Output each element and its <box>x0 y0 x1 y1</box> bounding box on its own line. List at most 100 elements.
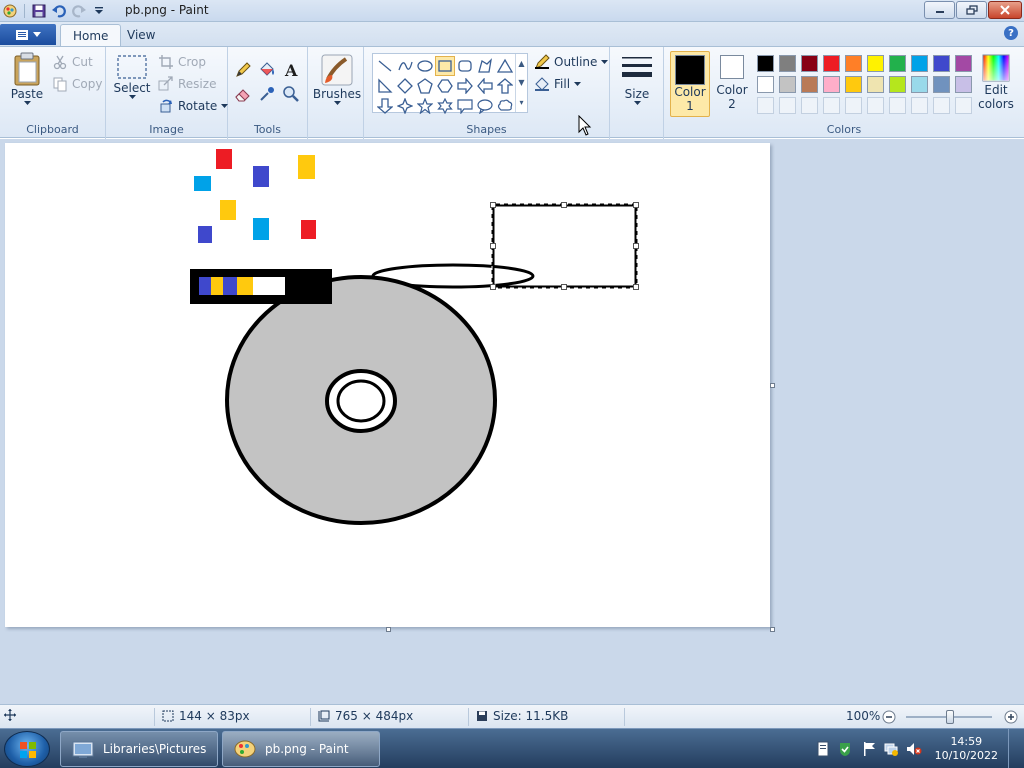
rotate-button[interactable]: Rotate <box>158 97 229 115</box>
four-point-star-shape[interactable] <box>395 96 415 116</box>
paste-button[interactable]: Paste <box>8 51 46 106</box>
start-button[interactable] <box>4 731 50 767</box>
paint-app-icon[interactable] <box>2 3 18 19</box>
custom-color-slot[interactable] <box>754 95 776 116</box>
fill-tool[interactable] <box>256 59 278 81</box>
canvas-resize-handle-bottom[interactable] <box>386 627 391 632</box>
selection-handle[interactable] <box>633 243 639 249</box>
down-arrow-shape[interactable] <box>375 96 395 116</box>
resize-button[interactable]: Resize <box>158 75 216 93</box>
pentagon-shape[interactable] <box>415 76 435 96</box>
curve-shape[interactable] <box>395 56 415 76</box>
minimize-button[interactable] <box>924 1 955 19</box>
text-tool[interactable]: A <box>280 59 302 81</box>
custom-color-slot[interactable] <box>842 95 864 116</box>
palette-swatch[interactable] <box>930 53 952 74</box>
polygon-shape[interactable] <box>475 56 495 76</box>
hexagon-shape[interactable] <box>435 76 455 96</box>
drawing-canvas[interactable] <box>5 143 770 627</box>
system-clock[interactable]: 14:59 10/10/2022 <box>935 735 998 763</box>
volume-muted-icon[interactable] <box>905 741 923 757</box>
palette-swatch[interactable] <box>798 74 820 95</box>
zoom-out-icon[interactable] <box>882 710 896 724</box>
palette-swatch[interactable] <box>864 74 886 95</box>
selection-handle[interactable] <box>490 202 496 208</box>
palette-swatch[interactable] <box>754 74 776 95</box>
palette-swatch[interactable] <box>820 53 842 74</box>
palette-swatch[interactable] <box>754 53 776 74</box>
palette-swatch[interactable] <box>886 74 908 95</box>
security-shield-icon[interactable] <box>837 741 855 757</box>
color-picker-tool[interactable] <box>256 83 278 105</box>
redo-icon[interactable] <box>71 3 87 19</box>
taskbar-item-paint[interactable]: pb.png - Paint <box>222 731 380 767</box>
drawn-rectangle[interactable] <box>491 203 638 289</box>
palette-swatch[interactable] <box>952 74 974 95</box>
action-center-icon[interactable] <box>815 741 831 757</box>
custom-color-slot[interactable] <box>908 95 930 116</box>
selection-handle[interactable] <box>633 284 639 290</box>
rounded-rectangle-shape[interactable] <box>455 56 475 76</box>
canvas-resize-handle-corner[interactable] <box>770 627 775 632</box>
zoom-in-icon[interactable] <box>1004 710 1018 724</box>
palette-swatch[interactable] <box>908 74 930 95</box>
tab-view[interactable]: View <box>115 24 167 46</box>
five-point-star-shape[interactable] <box>415 96 435 116</box>
palette-swatch[interactable] <box>908 53 930 74</box>
selection-handle[interactable] <box>490 243 496 249</box>
palette-swatch[interactable] <box>798 53 820 74</box>
save-icon[interactable] <box>31 3 47 19</box>
select-button[interactable]: Select <box>113 53 151 100</box>
palette-swatch[interactable] <box>864 53 886 74</box>
tab-home[interactable]: Home <box>60 24 122 46</box>
custom-color-slot[interactable] <box>798 95 820 116</box>
outline-button[interactable]: Outline <box>534 53 609 71</box>
canvas-resize-handle-right[interactable] <box>770 383 775 388</box>
line-shape[interactable] <box>375 56 395 76</box>
right-arrow-shape[interactable] <box>455 76 475 96</box>
magnifier-tool[interactable] <box>280 83 302 105</box>
fill-button[interactable]: Fill <box>534 75 582 93</box>
selection-handle[interactable] <box>490 284 496 290</box>
palette-swatch[interactable] <box>776 74 798 95</box>
triangle-shape[interactable] <box>495 56 515 76</box>
size-button[interactable]: Size <box>616 53 658 106</box>
palette-swatch[interactable] <box>842 74 864 95</box>
up-arrow-shape[interactable] <box>495 76 515 96</box>
left-arrow-shape[interactable] <box>475 76 495 96</box>
custom-color-slot[interactable] <box>864 95 886 116</box>
custom-color-slot[interactable] <box>886 95 908 116</box>
palette-swatch[interactable] <box>820 74 842 95</box>
oval-shape[interactable] <box>415 56 435 76</box>
pencil-tool[interactable] <box>232 59 254 81</box>
color2-button[interactable]: Color 2 <box>714 55 750 117</box>
oval-callout-shape[interactable] <box>475 96 495 116</box>
expand-gallery-icon[interactable]: ▾ <box>519 98 523 107</box>
scroll-up-icon[interactable]: ▲ <box>518 59 524 68</box>
brushes-button[interactable]: Brushes <box>313 53 361 106</box>
undo-icon[interactable] <box>51 3 67 19</box>
flag-icon[interactable] <box>861 741 877 757</box>
shapes-scroll[interactable]: ▲ ▼ ▾ <box>515 54 527 112</box>
palette-swatch[interactable] <box>952 53 974 74</box>
zoom-slider-thumb[interactable] <box>946 710 954 724</box>
selection-handle[interactable] <box>561 284 567 290</box>
edit-colors-button[interactable]: Edit colors <box>976 53 1016 111</box>
cloud-callout-shape[interactable] <box>495 96 515 116</box>
show-desktop-button[interactable] <box>1008 729 1018 768</box>
palette-swatch[interactable] <box>842 53 864 74</box>
palette-swatch[interactable] <box>886 53 908 74</box>
custom-color-slot[interactable] <box>820 95 842 116</box>
network-icon[interactable] <box>883 741 899 757</box>
six-point-star-shape[interactable] <box>435 96 455 116</box>
rectangular-callout-shape[interactable] <box>455 96 475 116</box>
palette-swatch[interactable] <box>930 74 952 95</box>
taskbar-item-libraries[interactable]: Libraries\Pictures <box>60 731 218 767</box>
cut-button[interactable]: Cut <box>52 53 93 71</box>
eraser-tool[interactable] <box>232 83 254 105</box>
copy-button[interactable]: Copy <box>52 75 102 93</box>
restore-button[interactable] <box>956 1 987 19</box>
selection-handle[interactable] <box>561 202 567 208</box>
right-triangle-shape[interactable] <box>375 76 395 96</box>
crop-button[interactable]: Crop <box>158 53 206 71</box>
